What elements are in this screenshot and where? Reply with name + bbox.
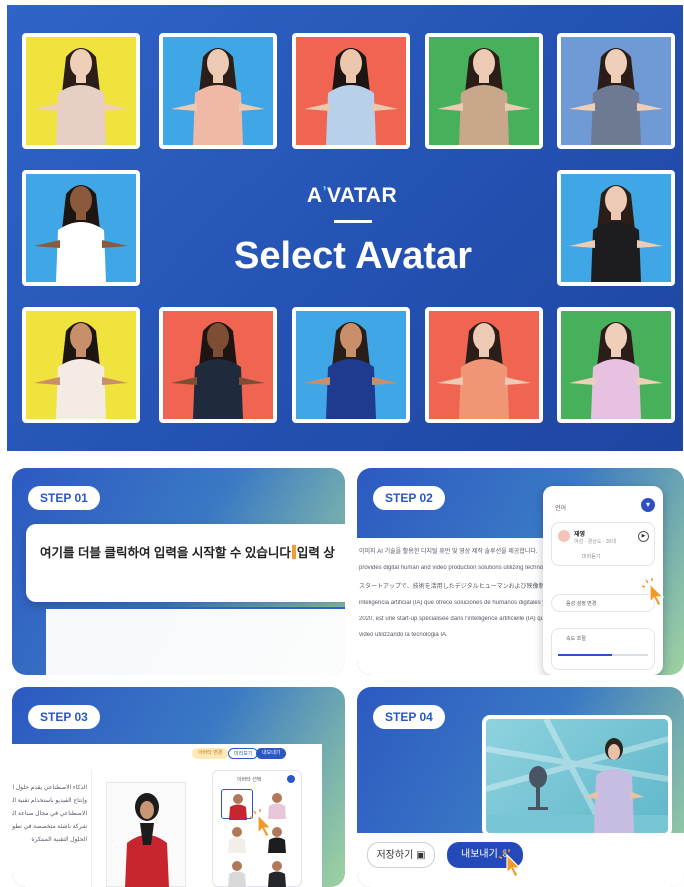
save-label: 저장하기 bbox=[376, 850, 414, 861]
logo-rest: VATAR bbox=[326, 184, 398, 207]
script-text-area: 이미지 AI 기술을 활용한 디지털 휴먼 및 영상 제작 솔루션을 제공합니다… bbox=[357, 538, 557, 675]
avatar-tile[interactable] bbox=[159, 33, 277, 149]
voice-setting-label: 음성 설정 변경 bbox=[566, 601, 597, 607]
editor-text-after: 입력 상 bbox=[296, 546, 335, 560]
tab-export[interactable]: 내보내기 bbox=[256, 748, 287, 759]
hero-banner: AʼVATAR Select Avatar bbox=[7, 5, 683, 451]
video-preview-card bbox=[482, 715, 672, 837]
step-01-panel: STEP 01 여기를 더블 클릭하여 입력을 시작할 수 있습니다 입력 상 bbox=[12, 468, 345, 675]
hero-title: Select Avatar bbox=[234, 235, 472, 277]
script-line-1: 이미지 AI 기술을 활용한 디지털 휴먼 및 영상 제작 솔루션을 제공합니다… bbox=[359, 549, 538, 555]
editor-text: 여기를 더블 클릭하여 입력을 시작할 수 있습니다 bbox=[40, 546, 291, 560]
rtl-line-5: الحلول التقنية المبتكرة bbox=[31, 837, 87, 843]
avatar-tile[interactable] bbox=[292, 307, 410, 423]
speed-slider-fill bbox=[558, 654, 612, 656]
picker-title: 아바타 선택 bbox=[237, 777, 262, 783]
avatar-person-icon bbox=[304, 322, 398, 419]
editor-body bbox=[46, 608, 345, 675]
avatar-person-icon bbox=[228, 861, 246, 887]
save-button[interactable]: 저장하기 ▣ bbox=[367, 842, 435, 868]
voice-card[interactable]: 재영 여성 · 경상도 · 30대 ▶ 미리듣기 bbox=[551, 522, 655, 566]
avatar-tile[interactable] bbox=[425, 33, 543, 149]
text-editor-card: 여기를 더블 클릭하여 입력을 시작할 수 있습니다 입력 상 bbox=[26, 524, 345, 602]
avatar-tile[interactable] bbox=[159, 307, 277, 423]
play-icon[interactable]: ▶ bbox=[638, 531, 649, 542]
avatar-person-icon bbox=[569, 185, 663, 282]
text-cursor-icon bbox=[291, 545, 296, 559]
voice-avatar-icon bbox=[558, 530, 570, 542]
speed-slider[interactable] bbox=[558, 654, 648, 656]
preview-scene bbox=[486, 719, 668, 833]
speed-card: 속도 조절 bbox=[551, 628, 655, 670]
avatar-tile[interactable] bbox=[292, 33, 410, 149]
avatar-person-icon bbox=[171, 322, 265, 419]
voice-tags: 여성 · 경상도 · 30대 bbox=[574, 539, 617, 545]
save-icon: ▣ bbox=[416, 850, 426, 861]
voice-name: 재영 bbox=[574, 532, 586, 538]
script-line-3: スタートアップで、技術を活用したデジタルヒューマンおよび映像制作ソリューション bbox=[359, 584, 557, 590]
step-04-pill: STEP 04 bbox=[373, 705, 445, 729]
avatar-person-icon bbox=[437, 48, 531, 145]
voice-sample-button[interactable]: 미리듣기 bbox=[582, 553, 600, 560]
avatar-tile[interactable] bbox=[425, 307, 543, 423]
rtl-line-4: شركة ناشئة متخصصة في تطوير bbox=[12, 824, 87, 830]
step-02-pill: STEP 02 bbox=[373, 486, 445, 510]
avatar-person-icon bbox=[34, 185, 128, 282]
editor-text-line[interactable]: 여기를 더블 클릭하여 입력을 시작할 수 있습니다 입력 상 bbox=[40, 542, 345, 561]
microphone-icon bbox=[528, 766, 548, 810]
step-04-panel: STEP 04 저장하기 ▣ 내보내기 ⇩ bbox=[357, 687, 684, 887]
avatar-person-icon bbox=[171, 48, 265, 145]
avatar-tile[interactable] bbox=[557, 33, 675, 149]
panel-header: 언어 bbox=[555, 506, 567, 512]
avatar-logo: AʼVATAR bbox=[306, 183, 398, 207]
cursor-pointer-icon bbox=[498, 849, 522, 878]
speed-label: 속도 조절 bbox=[566, 636, 586, 642]
picker-avatar-thumb[interactable] bbox=[221, 857, 253, 887]
hijab-avatar-icon bbox=[125, 793, 169, 887]
preview-canvas bbox=[106, 782, 186, 887]
export-label: 내보내기 bbox=[461, 849, 498, 860]
avatar-person-icon bbox=[569, 48, 663, 145]
cursor-pointer-icon bbox=[249, 809, 273, 838]
step-02-panel: STEP 02 이미지 AI 기술을 활용한 디지털 휴먼 및 영상 제작 솔루… bbox=[357, 468, 684, 675]
avatar-tile[interactable] bbox=[22, 33, 140, 149]
avatar-person-icon bbox=[569, 322, 663, 419]
rtl-line-3: الاصطناعي في مجال صناعة المحتوى bbox=[12, 811, 87, 817]
step-03-pill: STEP 03 bbox=[28, 705, 100, 729]
logo-divider bbox=[334, 220, 372, 223]
step-01-pill: STEP 01 bbox=[28, 486, 100, 510]
cursor-pointer-icon bbox=[641, 578, 665, 607]
script-line-5: 2020, est une start-up spécialisée dans … bbox=[359, 616, 546, 622]
tab-avatar-change[interactable]: 아바타 변경 bbox=[192, 748, 229, 759]
step-03-panel: STEP 03 아바타 변경 미리보기 내보내기 الذكاء الاصطناع… bbox=[12, 687, 345, 887]
script-panel: الذكاء الاصطناعي يقدم حلول البشر الرقميي… bbox=[12, 770, 92, 887]
rtl-line-1: الذكاء الاصطناعي يقدم حلول البشر الرقميي… bbox=[12, 785, 87, 791]
avatar-person-icon bbox=[304, 48, 398, 145]
avatar-person-icon bbox=[437, 322, 531, 419]
picker-close-icon[interactable] bbox=[287, 775, 295, 783]
script-line-2: provides digital human and video product… bbox=[359, 565, 555, 571]
avatar-tile[interactable] bbox=[22, 307, 140, 423]
avatar-tile[interactable] bbox=[557, 307, 675, 423]
avatar-person-icon bbox=[34, 48, 128, 145]
editor-underline bbox=[46, 607, 345, 609]
avatar-tile[interactable] bbox=[22, 170, 140, 286]
script-line-6: video utilizzando la tecnologia IA. bbox=[359, 632, 448, 638]
script-line-4: inteligencia artificial (IA) que ofrece … bbox=[359, 600, 557, 606]
avatar-tile[interactable] bbox=[557, 170, 675, 286]
rtl-line-2: وإنتاج الفيديو باستخدام تقنية الذكاء bbox=[12, 798, 87, 804]
picker-avatar-thumb[interactable] bbox=[261, 857, 293, 887]
logo-a: A bbox=[306, 184, 323, 207]
tab-preview[interactable]: 미리보기 bbox=[228, 748, 259, 759]
collapse-icon[interactable]: ▾ bbox=[641, 498, 655, 512]
avatar-person-icon bbox=[268, 861, 286, 887]
avatar-person-icon bbox=[34, 322, 128, 419]
